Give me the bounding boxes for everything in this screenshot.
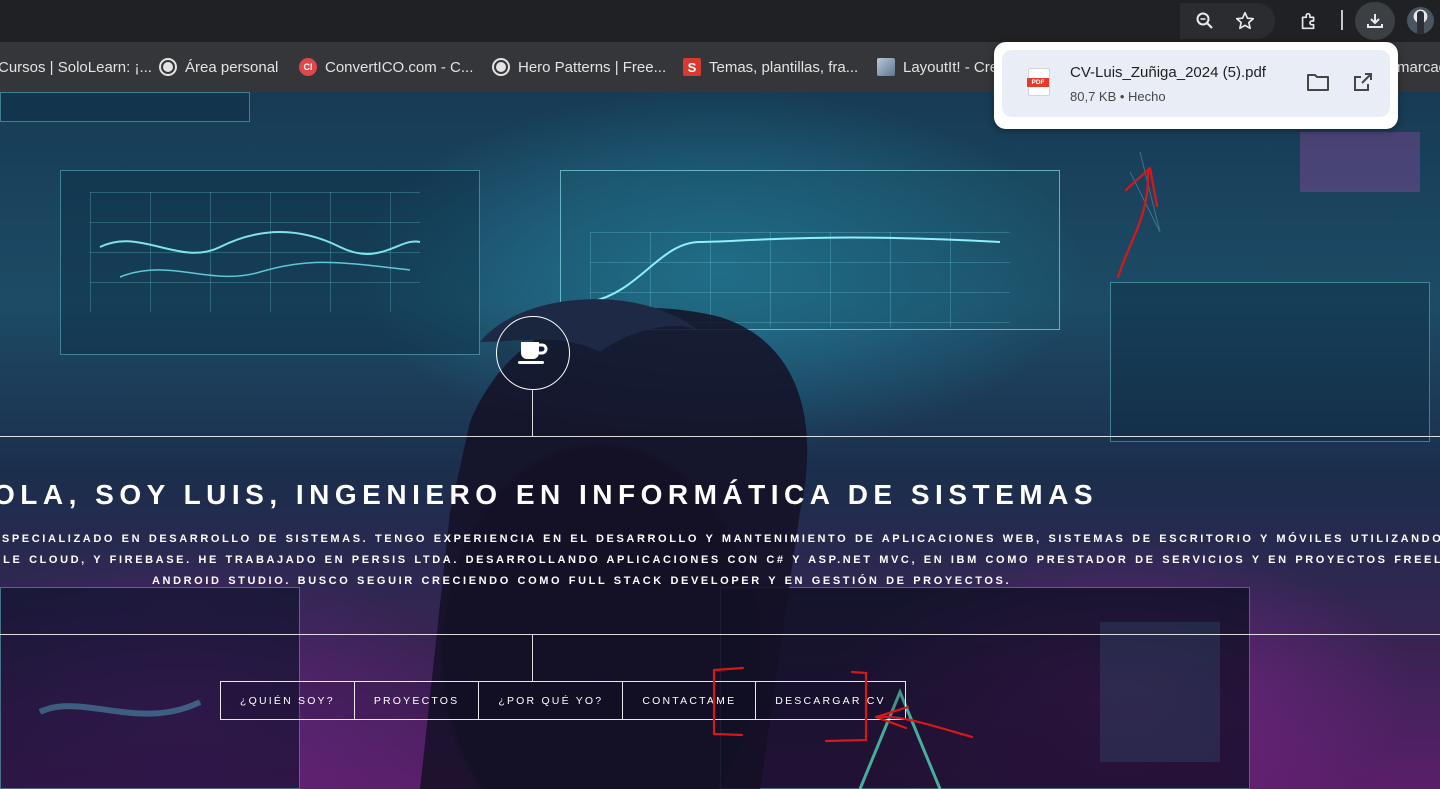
cube-icon — [877, 58, 895, 76]
download-filename: CV-Luis_Zuñiga_2024 (5).pdf — [1070, 64, 1266, 81]
globe-icon — [492, 58, 510, 76]
download-item[interactable]: PDF CV-Luis_Zuñiga_2024 (5).pdf 80,7 KB … — [1002, 50, 1390, 117]
bookmark-temas[interactable]: S Temas, plantillas, fra... — [683, 55, 858, 79]
divider-bottom — [0, 634, 1440, 635]
bookmark-converticon[interactable]: CI ConvertICO.com - C... — [299, 55, 473, 79]
bookmark-label: marcad — [1397, 58, 1440, 76]
nav-why-me-button[interactable]: ¿POR QUÉ YO? — [479, 682, 624, 719]
bookmark-area-personal[interactable]: Área personal — [159, 55, 278, 79]
hero-nav: ¿QUIÉN SOY? PROYECTOS ¿POR QUÉ YO? CONTA… — [220, 681, 906, 720]
download-status: 80,7 KB • Hecho — [1070, 89, 1166, 104]
divider-vertical — [532, 390, 533, 436]
open-external-icon[interactable] — [1349, 68, 1377, 96]
bookmark-label: Área personal — [185, 58, 279, 76]
nav-projects-button[interactable]: PROYECTOS — [354, 682, 480, 719]
bookmark-label: Temas, plantillas, fra... — [709, 58, 859, 76]
download-button[interactable] — [1355, 2, 1395, 40]
bookmark-label: LayoutIt! - Cre — [903, 58, 999, 76]
download-bubble: PDF CV-Luis_Zuñiga_2024 (5).pdf 80,7 KB … — [994, 42, 1398, 129]
bookmark-label: Hero Patterns | Free... — [518, 58, 667, 76]
intro-line: GLE CLOUD, Y FIREBASE. HE TRABAJADO EN P… — [0, 554, 1440, 566]
pdf-badge: PDF — [1027, 78, 1049, 87]
hero-intro: ESPECIALIZADO EN DESARROLLO DE SISTEMAS.… — [0, 529, 1440, 592]
bookmark-sololearn[interactable]: Cursos | SoloLearn: ¡... — [0, 55, 152, 79]
hero-section: OLA, SOY LUIS, INGENIERO EN INFORMÁTICA … — [0, 92, 1440, 789]
bookmark-label: Cursos | SoloLearn: ¡... — [0, 58, 152, 76]
profile-avatar[interactable] — [1407, 7, 1434, 34]
s-icon: S — [683, 58, 701, 76]
intro-line: ANDROID STUDIO. BUSCO SEGUIR CRECIENDO C… — [152, 575, 1012, 587]
nav-about-button[interactable]: ¿QUIÉN SOY? — [221, 682, 355, 719]
show-in-folder-icon[interactable] — [1304, 68, 1332, 96]
pdf-file-icon: PDF — [1027, 68, 1050, 96]
coffee-badge — [496, 316, 570, 390]
toolbar-separator — [1341, 10, 1343, 30]
extensions-icon[interactable] — [1296, 8, 1322, 34]
hero-headline: OLA, SOY LUIS, INGENIERO EN INFORMÁTICA … — [0, 479, 1099, 510]
intro-line: ESPECIALIZADO EN DESARROLLO DE SISTEMAS.… — [0, 533, 1440, 545]
nav-contact-button[interactable]: CONTACTAME — [623, 682, 757, 719]
bookmark-layoutit[interactable]: LayoutIt! - Cre — [877, 55, 998, 79]
converticon-icon: CI — [299, 58, 317, 76]
star-icon[interactable] — [1232, 8, 1258, 34]
zoom-icon[interactable] — [1192, 8, 1218, 34]
globe-icon — [159, 58, 177, 76]
divider-vertical — [532, 634, 533, 681]
bookmark-hero-patterns[interactable]: Hero Patterns | Free... — [492, 55, 666, 79]
bookmark-label: ConvertICO.com - C... — [325, 58, 474, 76]
download-icon — [1367, 14, 1383, 28]
bookmark-other[interactable]: marcad — [1397, 55, 1440, 79]
divider-top — [0, 436, 1440, 437]
browser-toolbar — [0, 0, 1440, 42]
coffee-cup-icon — [518, 342, 548, 364]
nav-download-cv-button[interactable]: DESCARGAR CV — [756, 682, 905, 719]
